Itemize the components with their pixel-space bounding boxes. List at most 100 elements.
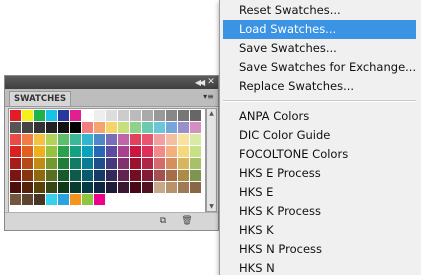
color-swatch[interactable] [106, 194, 117, 205]
color-swatch[interactable] [118, 134, 129, 145]
color-swatch[interactable] [154, 158, 165, 169]
color-swatch[interactable] [10, 110, 21, 121]
color-swatch[interactable] [10, 170, 21, 181]
color-swatch[interactable] [34, 110, 45, 121]
color-swatch[interactable] [118, 110, 129, 121]
panel-titlebar[interactable]: ◀◀ ✕ [5, 76, 218, 89]
menu-item[interactable]: HKS E [223, 183, 416, 202]
color-swatch[interactable] [82, 170, 93, 181]
color-swatch[interactable] [166, 170, 177, 181]
color-swatch[interactable] [94, 158, 105, 169]
color-swatch[interactable] [130, 170, 141, 181]
color-swatch[interactable] [82, 134, 93, 145]
color-swatch[interactable] [82, 110, 93, 121]
color-swatch[interactable] [22, 182, 33, 193]
color-swatch[interactable] [46, 110, 57, 121]
color-swatch[interactable] [22, 134, 33, 145]
color-swatch[interactable] [178, 170, 189, 181]
color-swatch[interactable] [130, 134, 141, 145]
color-swatch[interactable] [178, 110, 189, 121]
color-swatch[interactable] [142, 110, 153, 121]
color-swatch[interactable] [106, 158, 117, 169]
color-swatch[interactable] [106, 146, 117, 157]
color-swatch[interactable] [82, 158, 93, 169]
color-swatch[interactable] [82, 194, 93, 205]
color-swatch[interactable] [34, 170, 45, 181]
color-swatch[interactable] [178, 134, 189, 145]
menu-item[interactable]: FOCOLTONE Colors [223, 145, 416, 164]
color-swatch[interactable] [94, 146, 105, 157]
color-swatch[interactable] [34, 146, 45, 157]
swatches-scrollbar[interactable]: ▲ ▼ [206, 108, 217, 212]
color-swatch[interactable] [58, 194, 69, 205]
color-swatch[interactable] [166, 110, 177, 121]
color-swatch[interactable] [142, 122, 153, 133]
color-swatch[interactable] [58, 122, 69, 133]
color-swatch[interactable] [58, 170, 69, 181]
color-swatch[interactable] [154, 194, 165, 205]
color-swatch[interactable] [22, 170, 33, 181]
color-swatch[interactable] [10, 146, 21, 157]
color-swatch[interactable] [178, 182, 189, 193]
menu-item[interactable]: Save Swatches for Exchange... [223, 58, 416, 77]
color-swatch[interactable] [22, 146, 33, 157]
color-swatch[interactable] [94, 122, 105, 133]
color-swatch[interactable] [70, 146, 81, 157]
color-swatch[interactable] [22, 158, 33, 169]
color-swatch[interactable] [70, 122, 81, 133]
color-swatch[interactable] [190, 182, 201, 193]
color-swatch[interactable] [190, 122, 201, 133]
color-swatch[interactable] [166, 122, 177, 133]
color-swatch[interactable] [106, 122, 117, 133]
color-swatch[interactable] [154, 182, 165, 193]
close-icon[interactable]: ✕ [206, 76, 216, 89]
color-swatch[interactable] [130, 182, 141, 193]
menu-item[interactable]: Replace Swatches... [223, 77, 416, 96]
color-swatch[interactable] [130, 110, 141, 121]
color-swatch[interactable] [10, 158, 21, 169]
color-swatch[interactable] [154, 134, 165, 145]
color-swatch[interactable] [46, 122, 57, 133]
color-swatch[interactable] [190, 158, 201, 169]
color-swatch[interactable] [142, 158, 153, 169]
scroll-up-arrow-icon[interactable]: ▲ [207, 109, 216, 118]
color-swatch[interactable] [70, 158, 81, 169]
color-swatch[interactable] [166, 158, 177, 169]
color-swatch[interactable] [166, 146, 177, 157]
color-swatch[interactable] [46, 194, 57, 205]
color-swatch[interactable] [34, 182, 45, 193]
color-swatch[interactable] [106, 182, 117, 193]
color-swatch[interactable] [142, 170, 153, 181]
color-swatch[interactable] [94, 134, 105, 145]
color-swatch[interactable] [178, 158, 189, 169]
color-swatch[interactable] [58, 158, 69, 169]
color-swatch[interactable] [178, 146, 189, 157]
new-swatch-icon[interactable]: ⧉ [157, 216, 169, 227]
color-swatch[interactable] [46, 170, 57, 181]
color-swatch[interactable] [34, 134, 45, 145]
menu-item[interactable]: Load Swatches... [223, 20, 416, 39]
color-swatch[interactable] [70, 110, 81, 121]
color-swatch[interactable] [58, 110, 69, 121]
menu-item[interactable]: HKS K [223, 221, 416, 240]
menu-item[interactable]: HKS N [223, 259, 416, 275]
color-swatch[interactable] [142, 182, 153, 193]
color-swatch[interactable] [22, 194, 33, 205]
color-swatch[interactable] [142, 194, 153, 205]
color-swatch[interactable] [82, 182, 93, 193]
color-swatch[interactable] [58, 134, 69, 145]
scroll-down-arrow-icon[interactable]: ▼ [207, 202, 216, 211]
color-swatch[interactable] [10, 182, 21, 193]
color-swatch[interactable] [46, 158, 57, 169]
color-swatch[interactable] [130, 158, 141, 169]
color-swatch[interactable] [22, 110, 33, 121]
color-swatch[interactable] [46, 146, 57, 157]
panel-menu-icon[interactable]: ▾≡ [202, 91, 215, 103]
color-swatch[interactable] [142, 134, 153, 145]
trash-icon[interactable]: 🗑 [181, 216, 193, 227]
color-swatch[interactable] [10, 122, 21, 133]
color-swatch[interactable] [166, 134, 177, 145]
color-swatch[interactable] [94, 194, 105, 205]
color-swatch[interactable] [154, 170, 165, 181]
menu-item[interactable]: HKS E Process [223, 164, 416, 183]
